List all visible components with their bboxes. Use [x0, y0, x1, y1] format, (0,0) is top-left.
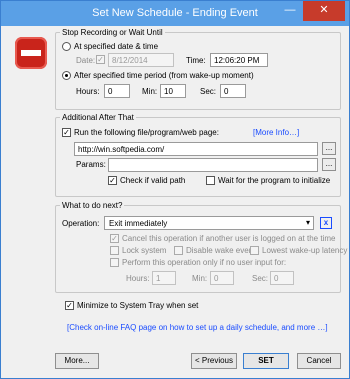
dialog-body: Stop Recording or Wait Until At specifie…	[7, 27, 347, 373]
cancel-if-user-label: Cancel this operation if another user is…	[122, 234, 336, 243]
wait-init-checkbox[interactable]	[206, 176, 215, 185]
additional-section: Additional After That ✓ Run the followin…	[55, 113, 341, 197]
only-if-idle-checkbox[interactable]	[110, 258, 119, 267]
date-label: Date:	[76, 56, 96, 65]
operation-select[interactable]: Exit immediately	[104, 216, 314, 230]
hours-label: Hours:	[76, 87, 100, 96]
run-program-checkbox[interactable]: ✓	[62, 128, 71, 137]
lowest-latency-label: Lowest wake-up latency	[262, 246, 348, 255]
sec-label: Sec:	[200, 87, 217, 96]
idle-sec-field[interactable]: 0	[270, 271, 294, 285]
next-section: What to do next? Operation: Exit immedia…	[55, 201, 347, 293]
check-valid-label: Check if valid path	[120, 176, 186, 185]
min-label: Min:	[142, 87, 158, 96]
lock-system-label: Lock system	[122, 246, 167, 255]
more-info-link[interactable]: [More Info…]	[253, 128, 299, 137]
cancel-if-user-checkbox[interactable]: ✓	[110, 234, 119, 243]
at-date-radio[interactable]	[62, 42, 71, 51]
time-field[interactable]: 12:06:20 PM	[210, 53, 268, 67]
minimize-tray-checkbox[interactable]: ✓	[65, 301, 74, 310]
time-label: Time:	[186, 56, 206, 65]
minimize-tray-label: Minimize to System Tray when set	[77, 301, 199, 310]
min-field[interactable]: 10	[160, 84, 186, 98]
operation-help-icon[interactable]: x	[320, 217, 332, 229]
disable-wake-label: Disable wake events	[186, 246, 260, 255]
date-checkbox[interactable]: ✓	[96, 55, 105, 64]
sec-field[interactable]: 0	[220, 84, 246, 98]
faq-link[interactable]: [Check on-line FAQ page on how to set up…	[67, 323, 328, 332]
after-period-radio[interactable]	[62, 71, 71, 80]
lock-system-checkbox[interactable]	[110, 246, 119, 255]
cancel-button[interactable]: Cancel	[297, 353, 341, 369]
run-program-label: Run the following file/program/web page:	[74, 128, 219, 137]
after-period-label: After specified time period (from wake-u…	[74, 71, 254, 80]
stop-sign-icon	[15, 37, 47, 69]
params-label: Params:	[76, 160, 106, 169]
more-button[interactable]: More...	[55, 353, 99, 369]
only-if-idle-label: Perform this operation only if no user i…	[122, 258, 287, 267]
stop-section: Stop Recording or Wait Until At specifie…	[55, 28, 341, 110]
disable-wake-checkbox[interactable]	[174, 246, 183, 255]
next-section-legend: What to do next?	[60, 201, 125, 210]
idle-min-label: Min:	[192, 274, 208, 283]
idle-hours-label: Hours:	[126, 274, 150, 283]
idle-hours-field[interactable]: 1	[152, 271, 176, 285]
date-field[interactable]: 8/12/2014	[108, 53, 174, 67]
title-bar: Set New Schedule - Ending Event — ✕	[1, 1, 349, 26]
browse-params-button[interactable]: ...	[322, 158, 336, 171]
close-button[interactable]: ✕	[303, 1, 345, 21]
idle-min-field[interactable]: 0	[210, 271, 234, 285]
path-field[interactable]: http://win.softpedia.com/	[74, 142, 318, 156]
set-button[interactable]: SET	[243, 353, 289, 369]
browse-path-button[interactable]: ...	[322, 142, 336, 155]
lowest-latency-checkbox[interactable]	[250, 246, 259, 255]
idle-sec-label: Sec:	[252, 274, 269, 283]
schedule-window: Set New Schedule - Ending Event — ✕ Stop…	[0, 0, 350, 379]
at-date-label: At specified date & time	[74, 42, 159, 51]
previous-button[interactable]: < Previous	[191, 353, 237, 369]
params-field[interactable]	[108, 158, 318, 172]
additional-section-legend: Additional After That	[60, 113, 136, 122]
minimize-button[interactable]: —	[277, 1, 303, 21]
hours-field[interactable]: 0	[104, 84, 130, 98]
check-valid-checkbox[interactable]: ✓	[108, 176, 117, 185]
stop-section-legend: Stop Recording or Wait Until	[60, 28, 165, 37]
operation-label: Operation:	[62, 219, 100, 228]
wait-init-label: Wait for the program to initialize	[218, 176, 331, 185]
